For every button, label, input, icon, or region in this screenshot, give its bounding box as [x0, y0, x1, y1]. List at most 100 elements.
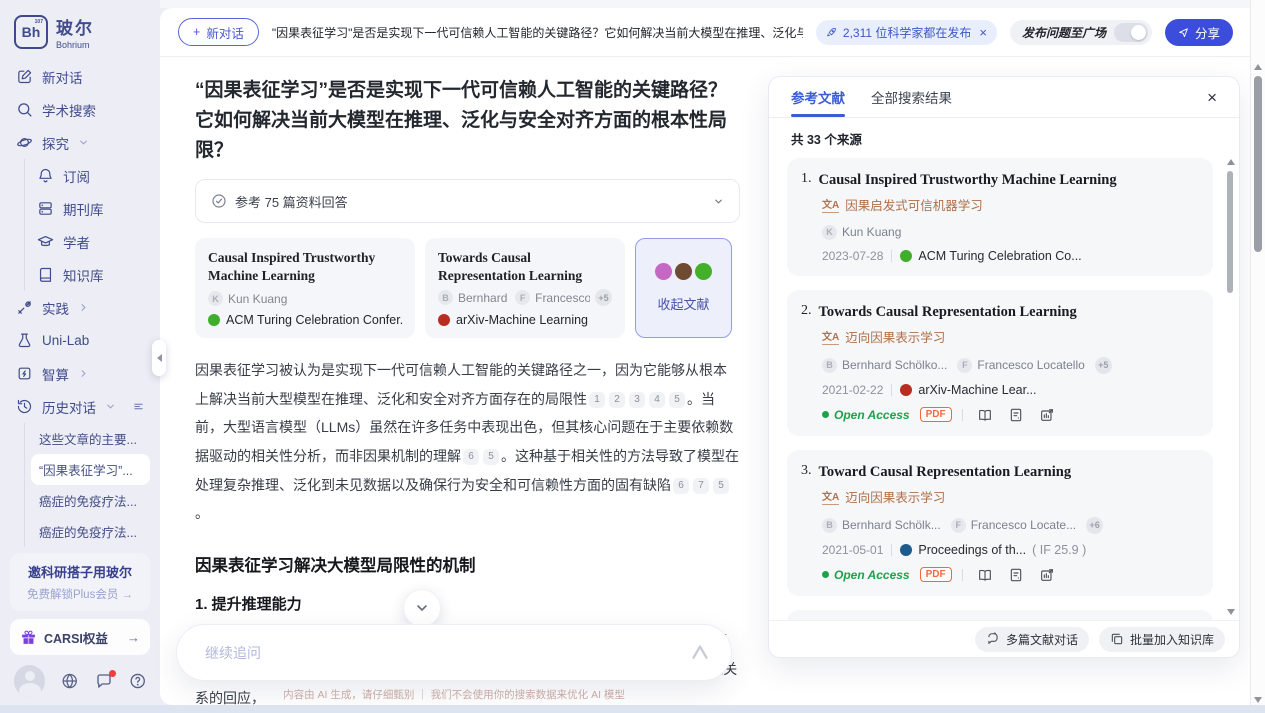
history-icon: [16, 398, 33, 415]
sidebar-item-ai-computing[interactable]: 智算: [10, 357, 150, 390]
sidebar-collapse-handle[interactable]: [152, 340, 166, 376]
venue: arXiv-Machine Lear...: [900, 383, 1036, 397]
reference-item[interactable]: 3. Toward Causal Representation Learning…: [787, 450, 1213, 596]
citation-chip[interactable]: 5: [713, 478, 729, 494]
venue-name: Proceedings of th...: [918, 543, 1026, 557]
history-item[interactable]: 这些文章的主要...: [31, 423, 150, 454]
sidebar-item-scholars[interactable]: 学者: [31, 225, 150, 258]
scrollbar-thumb[interactable]: [1254, 76, 1262, 252]
reference-item[interactable]: 1. Causal Inspired Trustworthy Machine L…: [787, 158, 1213, 276]
bell-icon: [37, 167, 54, 184]
chevron-down-icon: [105, 401, 116, 412]
citation-card[interactable]: Towards Causal Representation Learning B…: [425, 238, 625, 338]
tab-all-search-results[interactable]: 全部搜索结果: [871, 77, 952, 117]
carsi-button[interactable]: CARSI权益 →: [10, 619, 150, 655]
add-to-chart-icon[interactable]: [1039, 407, 1055, 423]
read-paper-icon[interactable]: [977, 407, 993, 423]
sidebar-item-new-chat[interactable]: 新对话: [10, 60, 150, 93]
cite-icon[interactable]: [1008, 567, 1024, 583]
citation-card[interactable]: Causal Inspired Trustworthy Machine Lear…: [195, 238, 415, 338]
gift-icon: [20, 629, 37, 646]
history-item-active[interactable]: “因果表征学习”...: [31, 454, 150, 485]
list-icon[interactable]: [133, 401, 144, 412]
publish-label: 发布问题至广场: [1022, 24, 1106, 41]
publish-date: 2023-07-28: [822, 249, 883, 263]
author-avatar: F: [951, 518, 966, 533]
multi-paper-chat-button[interactable]: 多篇文献对话: [975, 627, 1089, 652]
reference-meta: 2021-02-22 arXiv-Machine Lear...: [822, 383, 1197, 397]
citation-chip[interactable]: 6: [673, 478, 689, 494]
invite-promo-card[interactable]: 邀科研搭子用玻尔 免费解锁Plus会员 →: [10, 553, 150, 611]
sidebar-item-journals[interactable]: 期刊库: [31, 192, 150, 225]
sidebar-item-label: 期刊库: [63, 199, 104, 219]
sidebar-item-academic-search[interactable]: 学术搜索: [10, 93, 150, 126]
citation-chip[interactable]: 6: [463, 449, 479, 465]
citation-chip[interactable]: 5: [669, 392, 685, 408]
collapse-references-button[interactable]: 收起文献: [635, 238, 732, 338]
sidebar-item-practice[interactable]: 实践: [10, 291, 150, 324]
pdf-badge[interactable]: PDF: [920, 407, 952, 422]
sidebar-item-history[interactable]: 历史对话: [10, 390, 150, 423]
answer-sources-bar[interactable]: 参考 75 篇资料回答: [195, 179, 740, 223]
chevron-right-icon: [78, 302, 89, 313]
carsi-label: CARSI权益: [44, 628, 108, 647]
citation-chip[interactable]: 1: [589, 392, 605, 408]
sidebar-item-knowledge-base[interactable]: 知识库: [31, 258, 150, 291]
messages-icon[interactable]: [95, 672, 113, 690]
author: KKun Kuang: [822, 225, 901, 240]
send-icon[interactable]: [689, 642, 711, 664]
publish-toggle[interactable]: [1114, 23, 1148, 42]
citation-chip[interactable]: 7: [693, 478, 709, 494]
sidebar-item-unilab[interactable]: Uni-Lab: [10, 324, 150, 357]
logo-name-en: Bohrium: [56, 40, 94, 50]
history-item[interactable]: 癌症的免疫疗法...: [31, 516, 150, 547]
bohrium-logo[interactable]: 107 Bh 玻尔 Bohrium: [10, 12, 150, 60]
add-to-chart-icon[interactable]: [1039, 567, 1055, 583]
close-icon[interactable]: ×: [979, 25, 987, 40]
tab-references[interactable]: 参考文献: [791, 77, 845, 117]
sidebar-item-label: 历史对话: [42, 397, 96, 417]
author-avatar: B: [822, 518, 837, 533]
new-chat-button[interactable]: + 新对话: [178, 18, 259, 46]
citation-chip[interactable]: 5: [483, 449, 499, 465]
cite-icon[interactable]: [1008, 407, 1024, 423]
scroll-up-arrow[interactable]: [1227, 159, 1235, 165]
scroll-down-arrow[interactable]: [1227, 609, 1235, 615]
search-icon: [16, 101, 33, 118]
history-item-label: 这些文章的主要...: [39, 429, 137, 448]
citation-chip[interactable]: 2: [609, 392, 625, 408]
author: F Francesco Locate...: [951, 518, 1076, 533]
batch-add-knowledge-base-button[interactable]: 批量加入知识库: [1099, 627, 1225, 652]
followup-input[interactable]: [205, 645, 689, 661]
pdf-badge[interactable]: PDF: [920, 567, 952, 582]
author-name: Francesco Locate...: [971, 518, 1076, 532]
help-icon[interactable]: [129, 672, 146, 690]
reference-translation: 文A 因果启发式可信机器学习: [822, 195, 1197, 214]
citation-chip[interactable]: 4: [649, 392, 665, 408]
author-name: Kun Kuang: [228, 292, 287, 306]
sidebar-item-explore[interactable]: 探究: [10, 126, 150, 159]
read-paper-icon[interactable]: [977, 567, 993, 583]
scientists-badge[interactable]: 2,311 位科学家都在发布 ×: [816, 20, 997, 45]
check-circle-icon: [211, 193, 227, 209]
venue-dot: [438, 314, 450, 326]
scrollbar-up-arrow[interactable]: [1254, 64, 1262, 70]
bottom-strip: [0, 705, 1265, 713]
history-item[interactable]: 癌症的免疫疗法...: [31, 485, 150, 516]
author-name: Bernhard ...: [458, 291, 510, 305]
sidebar-item-subscriptions[interactable]: 订阅: [31, 159, 150, 192]
share-button[interactable]: 分享: [1165, 19, 1233, 46]
scroll-to-bottom-button[interactable]: [403, 589, 441, 627]
reference-item-partial[interactable]: [787, 610, 1213, 620]
chevron-right-icon: [78, 368, 89, 379]
globe-icon[interactable]: [61, 672, 78, 690]
citation-chip[interactable]: 3: [629, 392, 645, 408]
user-avatar[interactable]: [14, 665, 45, 697]
panel-scrollbar-thumb[interactable]: [1227, 171, 1233, 293]
arrow-right-icon: →: [127, 630, 140, 645]
reference-item[interactable]: 2. Towards Causal Representation Learnin…: [787, 290, 1213, 436]
subsection-heading: 1. 提升推理能力: [195, 593, 740, 614]
scientists-badge-text: 2,311 位科学家都在发布: [843, 24, 971, 41]
scrollbar-down-arrow[interactable]: [1254, 697, 1262, 703]
close-icon[interactable]: ×: [1207, 89, 1217, 106]
